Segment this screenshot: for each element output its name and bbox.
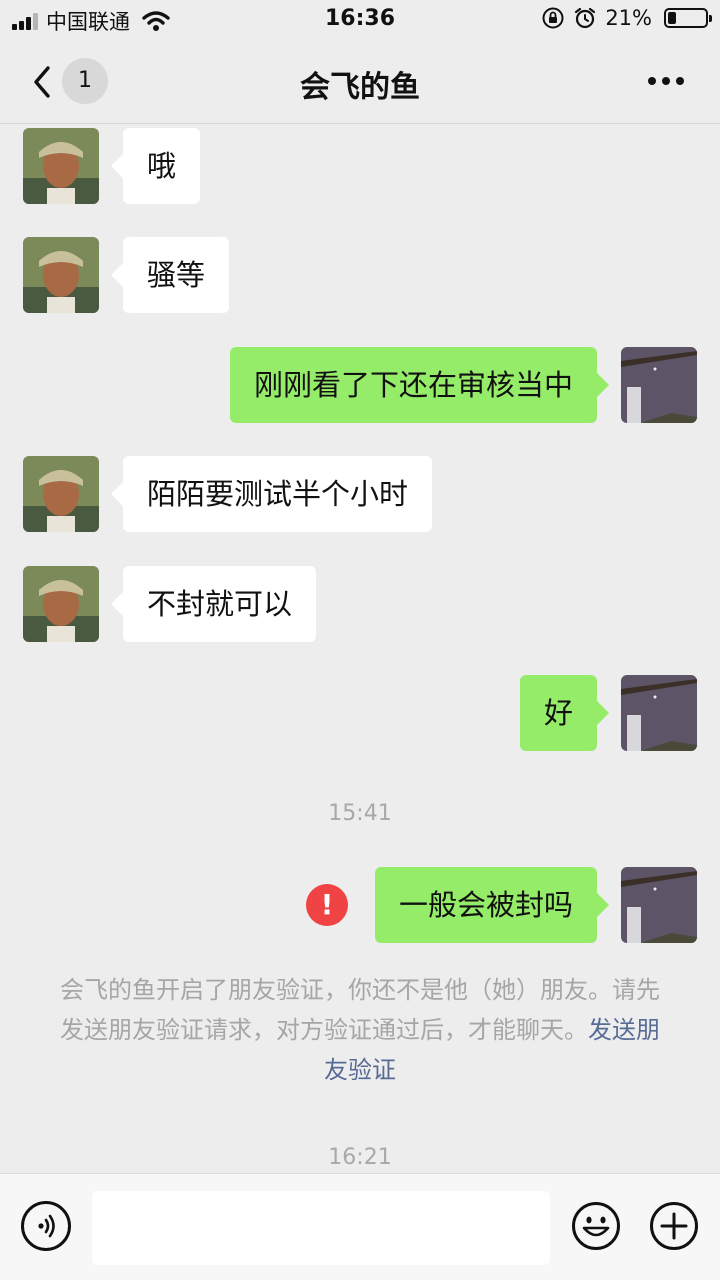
- message-timestamp: 15:41: [328, 801, 392, 826]
- status-right: 21%: [541, 6, 712, 30]
- error-icon[interactable]: !: [306, 884, 348, 926]
- contact-avatar[interactable]: [23, 237, 99, 313]
- message-bubble[interactable]: 陌陌要测试半个小时: [110, 456, 433, 532]
- message-bubble[interactable]: 好: [519, 675, 610, 751]
- message-timestamp: 16:21: [328, 1145, 392, 1170]
- message-text: 好: [543, 696, 573, 730]
- message-text: 一般会被封吗: [398, 888, 573, 922]
- status-bar: 中国联通 16:36 21%: [0, 0, 720, 40]
- message-input[interactable]: [92, 1191, 550, 1265]
- my-avatar[interactable]: [621, 675, 697, 751]
- emoji-icon[interactable]: [571, 1201, 621, 1251]
- contact-avatar[interactable]: [23, 128, 99, 204]
- input-bar: [0, 1173, 720, 1280]
- chat-screen: 中国联通 16:36 21% 1 会飞的鱼 哦 骚等 刚刚看了下还在审核当中 陌…: [0, 0, 720, 1280]
- battery-percent: 21%: [605, 6, 652, 30]
- message-text: 陌陌要测试半个小时: [147, 477, 409, 511]
- message-list[interactable]: 哦 骚等 刚刚看了下还在审核当中 陌陌要测试半个小时 不封就可以 好 15:41…: [0, 125, 720, 1173]
- message-text: 刚刚看了下还在审核当中: [253, 368, 573, 402]
- message-bubble[interactable]: 一般会被封吗: [374, 867, 610, 943]
- message-text: 不封就可以: [147, 587, 293, 621]
- battery-icon: [664, 8, 712, 28]
- message-text: 骚等: [147, 258, 206, 292]
- message-text: 哦: [147, 149, 177, 183]
- notice-text: 会飞的鱼开启了朋友验证，你还不是他（她）朋友。请先发送朋友验证请求，对方验证通过…: [60, 976, 660, 1044]
- rotation-lock-icon: [542, 7, 564, 29]
- contact-avatar[interactable]: [23, 456, 99, 532]
- nav-bar: 1 会飞的鱼: [0, 40, 720, 124]
- contact-avatar[interactable]: [23, 566, 99, 642]
- friend-verification-notice: 会飞的鱼开启了朋友验证，你还不是他（她）朋友。请先发送朋友验证请求，对方验证通过…: [50, 970, 670, 1090]
- plus-icon[interactable]: [649, 1201, 699, 1251]
- voice-icon[interactable]: [21, 1201, 71, 1251]
- my-avatar[interactable]: [621, 867, 697, 943]
- alarm-icon: [575, 7, 596, 29]
- chat-title: 会飞的鱼: [300, 70, 420, 105]
- message-bubble[interactable]: 哦: [110, 128, 201, 204]
- message-bubble[interactable]: 不封就可以: [110, 566, 317, 642]
- battery-fill: [668, 12, 676, 24]
- message-bubble[interactable]: 骚等: [110, 237, 230, 313]
- message-bubble[interactable]: 刚刚看了下还在审核当中: [229, 347, 610, 423]
- my-avatar[interactable]: [621, 347, 697, 423]
- more-icon[interactable]: [648, 74, 684, 88]
